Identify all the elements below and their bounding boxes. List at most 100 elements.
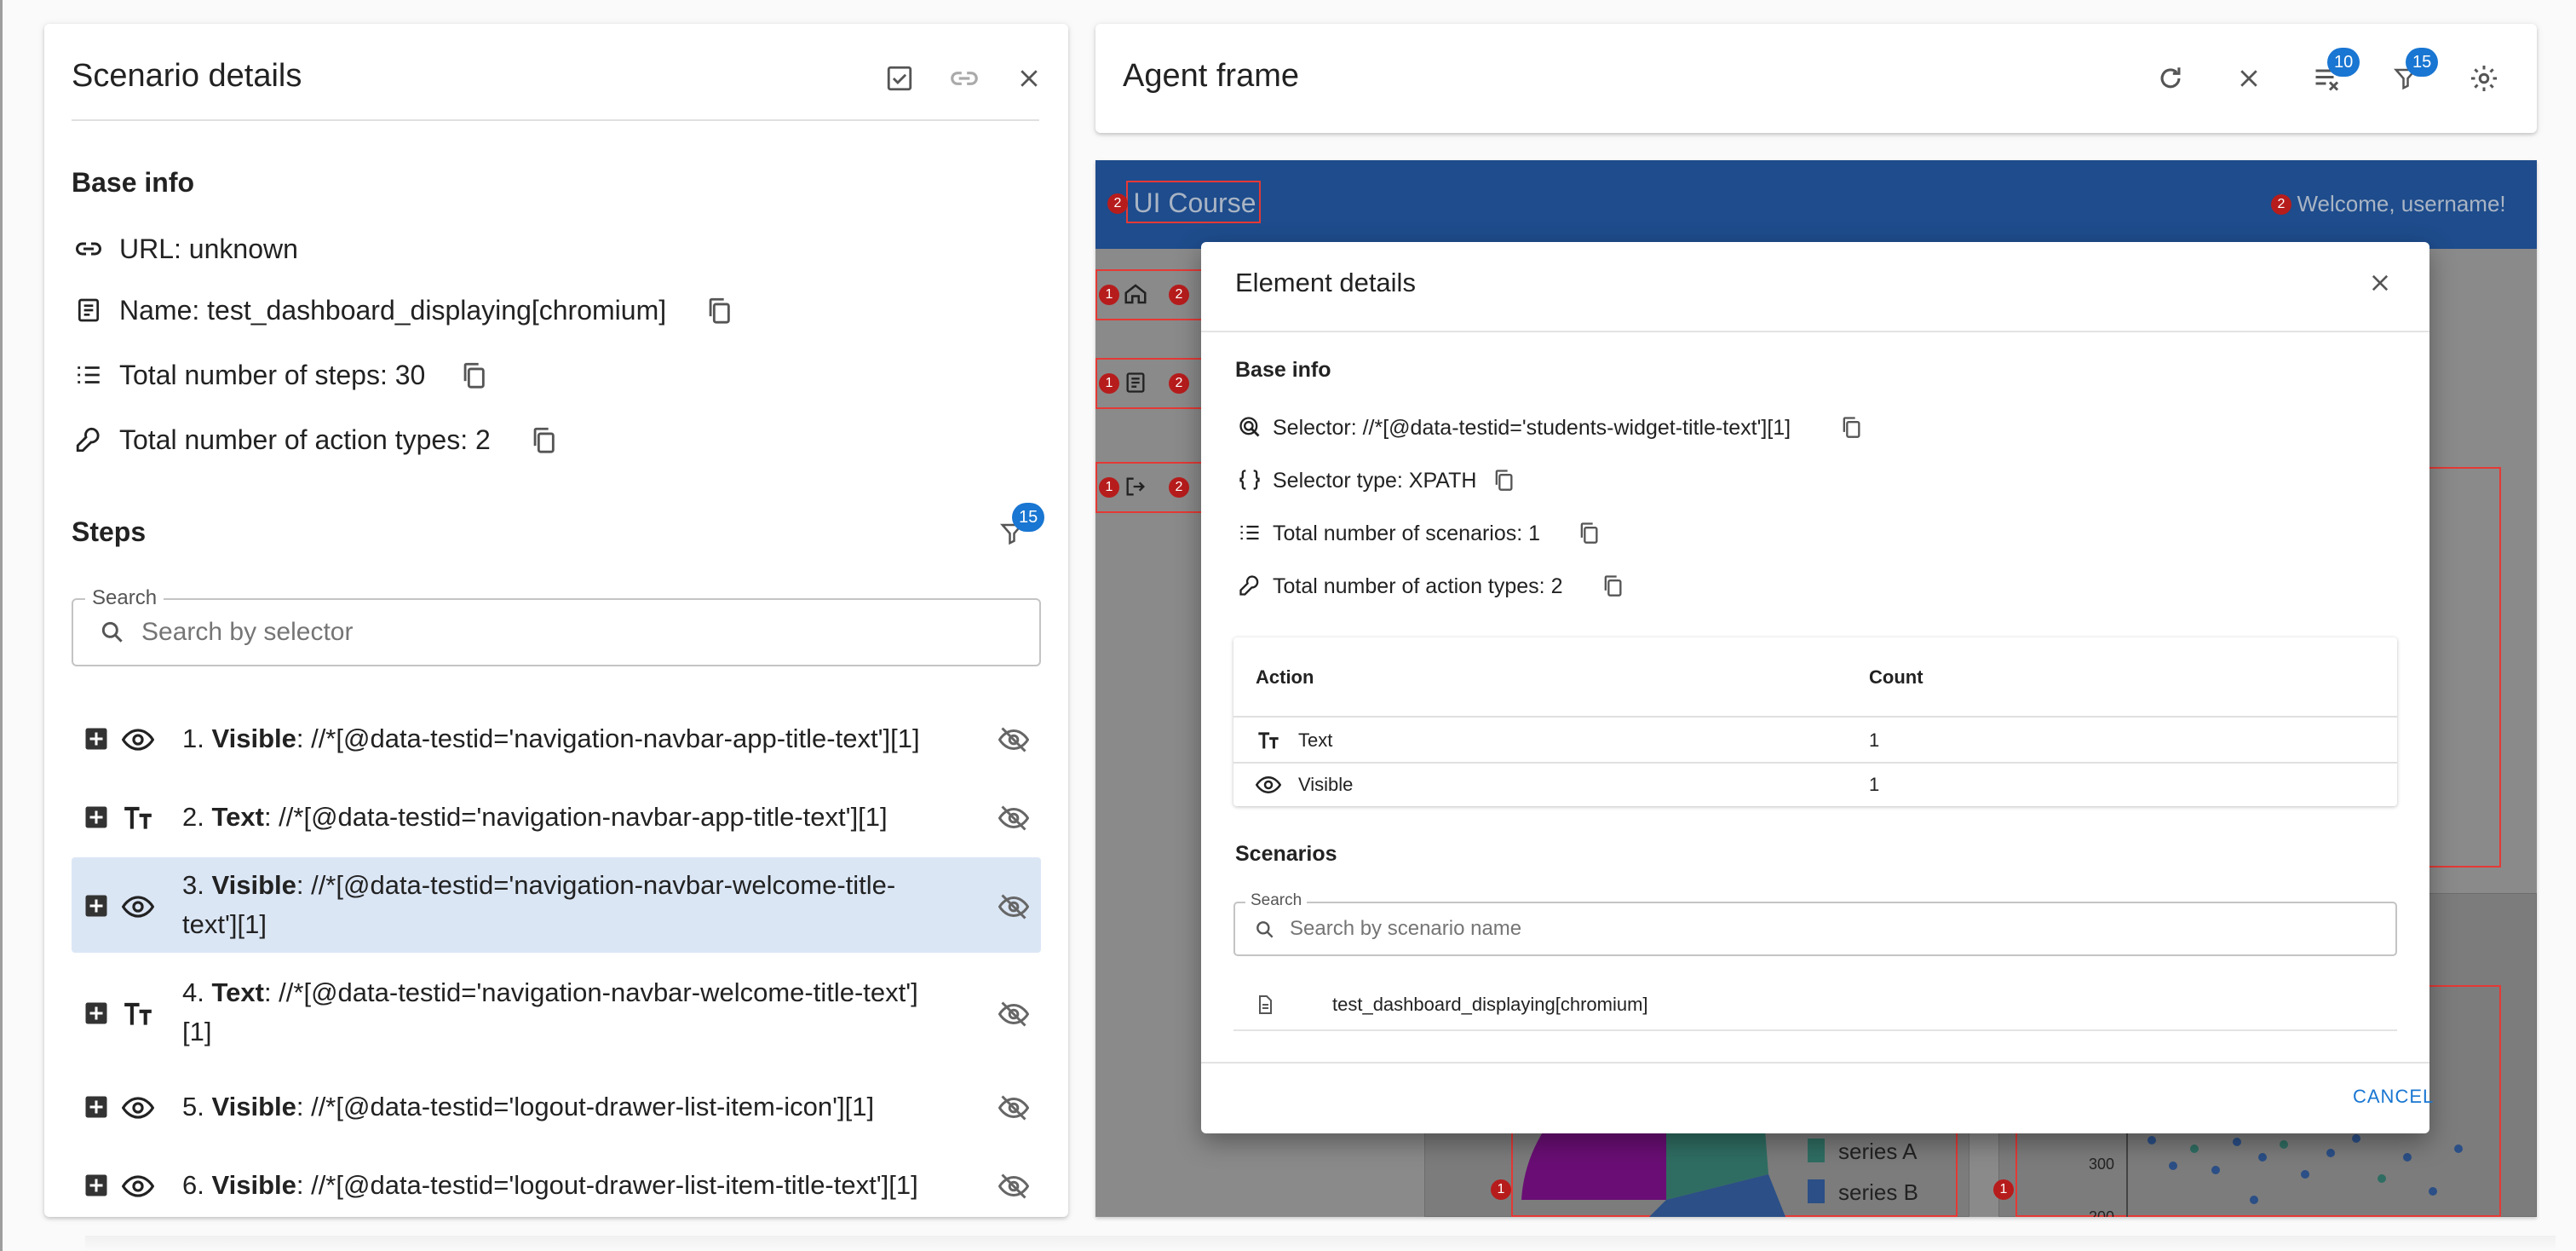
step-row[interactable]: 2. Text: //*[@data-testid='navigation-na… [72,786,1041,850]
window-edge [0,0,3,1251]
panel-title: Scenario details [72,58,302,94]
filter-count-badge: 15 [1012,503,1045,532]
scenario-search-input[interactable] [1290,915,2380,943]
home-icon [1121,280,1150,308]
code-braces-icon [1235,465,1264,494]
scenario-search-field[interactable] [1233,902,2397,956]
copy-icon[interactable] [526,423,561,457]
scenario-item-name: test_dashboard_displaying[chromium] [1332,994,1648,1015]
step-selector: : //*[@data-testid='logout-drawer-list-i… [296,1092,875,1121]
step-number: 6. [182,1170,204,1200]
cancel-button[interactable]: CANCEL [2353,1086,2434,1108]
app-title: UI Course [1133,187,1256,218]
widget-highlight [2424,467,2501,868]
drawer-badge: 1 [1099,285,1119,305]
table-row[interactable]: Text 1 [1233,718,2397,762]
text-type-icon [1256,728,1281,753]
selector-icon [1235,412,1264,441]
gear-icon[interactable] [2465,60,2503,97]
step-row[interactable]: 4. Text: //*[@data-testid='navigation-na… [72,965,1041,1060]
refresh-icon[interactable] [2152,60,2189,97]
search-icon [97,617,128,648]
document-icon [1121,368,1150,397]
eye-off-icon[interactable] [997,1169,1031,1203]
step-number: 2. [182,802,204,832]
url-text: URL: unknown [119,233,298,264]
step-row-selected[interactable]: 3. Visible: //*[@data-testid='navigation… [72,857,1041,953]
step-selector: : //*[@data-testid='navigation-navbar-ap… [263,802,888,832]
step-selector: : //*[@data-testid='navigation-navbar-ap… [296,724,920,753]
expand-icon[interactable] [82,724,111,753]
app-navbar: 2 UI Course 2 Welcome, username! [1095,160,2537,249]
eye-off-icon[interactable] [997,723,1031,757]
welcome-text: Welcome, username! [2297,191,2506,216]
dialog-divider [1201,331,2429,332]
link-icon [72,232,106,266]
expand-icon[interactable] [82,1092,111,1121]
step-row[interactable]: 6. Visible: //*[@data-testid='logout-dra… [72,1167,1041,1217]
eye-icon [121,1091,155,1125]
drawer-badge: 1 [1099,373,1119,394]
chart-badge: 1 [1993,1179,2014,1200]
chart-badge: 1 [1491,1179,1511,1200]
total-scenarios-text: Total number of scenarios: 1 [1273,522,1541,545]
table-header-count: Count [1869,666,1923,688]
expand-icon[interactable] [82,1171,111,1200]
checkbox-icon[interactable] [881,60,918,97]
list-icon [72,358,106,392]
element-details-dialog: Element details Base info Selector: //*[… [1201,242,2433,1133]
drawer-badge: 2 [1169,477,1189,498]
close-icon[interactable] [1010,60,1048,97]
scenario-details-panel: Scenario details Base info URL: unknown … [44,24,1068,1217]
steps-search-field[interactable] [72,598,1041,666]
expand-icon[interactable] [82,999,111,1028]
step-selector: : //*[@data-testid='navigation-navbar-we… [263,977,918,1007]
eye-icon [121,890,155,924]
step-number: 5. [182,1092,204,1121]
wrench-icon [72,423,106,457]
close-icon[interactable] [2230,60,2268,97]
total-action-types-text: Total number of action types: 2 [1273,574,1563,598]
close-icon[interactable] [2363,266,2397,300]
step-action: Text [211,802,264,832]
step-row[interactable]: 1. Visible: //*[@data-testid='navigation… [72,707,1041,772]
agent-frame-header: Agent frame 10 15 [1095,24,2537,133]
step-number: 4. [182,977,204,1007]
search-label: Search [85,586,164,610]
copy-icon[interactable] [1598,571,1627,600]
text-type-icon [121,801,155,835]
copy-icon[interactable] [1489,465,1518,494]
divider [72,119,1039,121]
copy-icon[interactable] [457,358,491,392]
filter-count-badge: 15 [2406,48,2439,77]
copy-icon[interactable] [702,293,736,327]
expand-icon[interactable] [82,803,111,832]
welcome-badge: 2 [2271,193,2291,215]
eye-off-icon[interactable] [997,997,1031,1031]
expand-icon[interactable] [82,891,111,920]
step-action: Visible [211,1170,296,1200]
link-icon[interactable] [946,60,983,97]
eye-off-icon[interactable] [997,890,1031,924]
table-cell-action: Visible [1298,774,1354,795]
document-icon [1252,992,1278,1018]
step-row[interactable]: 5. Visible: //*[@data-testid='logout-dra… [72,1075,1041,1140]
selector-type-text: Selector type: XPATH [1273,469,1477,493]
base-info-heading: Base info [72,167,195,198]
logout-icon [1121,472,1150,501]
search-icon [1252,917,1278,943]
table-row[interactable]: Visible 1 [1233,764,2397,806]
drawer-badge: 1 [1099,477,1119,498]
list-item[interactable]: test_dashboard_displaying[chromium] [1233,980,2397,1031]
eye-icon [121,1169,155,1203]
eye-off-icon[interactable] [997,1091,1031,1125]
search-input[interactable] [141,615,1010,649]
step-action: Text [211,977,264,1007]
table-cell-action: Text [1298,729,1333,751]
copy-icon[interactable] [1837,412,1866,441]
legend-swatch [1808,1179,1825,1203]
copy-icon[interactable] [1574,518,1603,547]
eye-off-icon[interactable] [997,801,1031,835]
step-selector-cont: [1] [182,1017,212,1046]
step-selector-cont: text'][1] [182,909,267,939]
